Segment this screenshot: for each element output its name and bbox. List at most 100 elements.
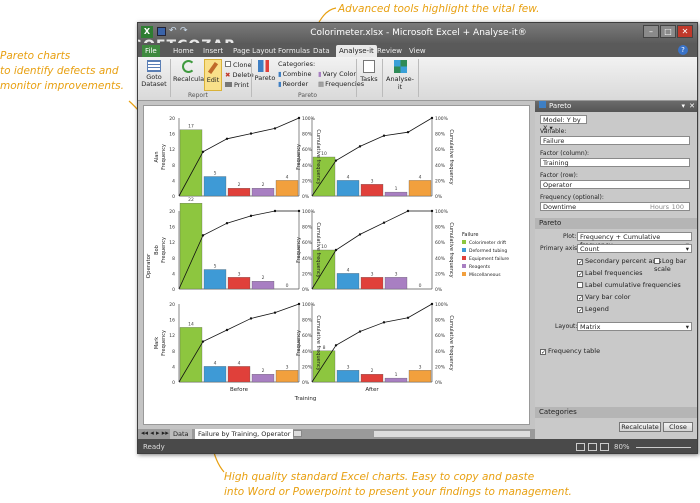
vary-bar-color-checkbox[interactable]: ✓ Vary bar color — [577, 293, 630, 302]
layout-dropdown[interactable]: Matrix ▾ — [577, 322, 692, 331]
tasks-button[interactable]: Tasks — [359, 60, 379, 83]
y2-tick-label: 100% — [302, 302, 316, 308]
log-bar-scale-checkbox[interactable]: Log bar scale — [654, 257, 697, 273]
y2-axis-label: Cumulative frequency — [448, 315, 454, 370]
tab-formulas[interactable]: Formulas — [275, 45, 313, 57]
y2-tick-label: 40% — [435, 163, 446, 169]
legend-checkbox[interactable]: ✓ Legend — [577, 305, 609, 314]
frequency-table-checkbox[interactable]: ✓ Frequency table — [540, 347, 600, 356]
page-layout-view-icon[interactable] — [588, 443, 597, 451]
cumulative-point — [249, 317, 253, 320]
sheet-tab-active[interactable]: Failure by Training, Operator — [195, 429, 294, 439]
y2-tick-label: 80% — [435, 132, 446, 138]
checkbox-checked: ✓ — [577, 271, 584, 278]
tab-data[interactable]: Data — [310, 45, 333, 57]
callout-left-line2: to identify defects and — [0, 65, 119, 77]
y-axis-label: Frequency — [161, 144, 167, 170]
plot-dropdown[interactable]: Frequency + Cumulative frequency▾ — [577, 232, 692, 249]
edit-icon — [207, 61, 219, 75]
goto-dataset-label: Goto Dataset — [141, 73, 167, 88]
tab-file[interactable]: File — [142, 45, 160, 57]
combine-button[interactable]: ▮Combine — [278, 70, 311, 78]
y2-tick-label: 100% — [435, 302, 449, 308]
bar — [203, 366, 227, 383]
pareto-button[interactable]: Pareto — [254, 60, 276, 82]
row-axis-label: Operator — [146, 253, 152, 278]
primary-axis-dropdown[interactable]: Count ▾ — [577, 244, 692, 253]
clone-button[interactable]: Clone — [225, 61, 251, 69]
ribbon-separator — [418, 59, 419, 97]
new-sheet-icon[interactable] — [293, 430, 302, 437]
horizontal-scrollbar[interactable] — [373, 430, 531, 438]
normal-view-icon[interactable] — [576, 443, 585, 451]
y2-tick-label: 60% — [435, 333, 446, 339]
sheet-nav-icon[interactable]: ◂◂ ◂ ▸ ▸▸ — [141, 429, 169, 437]
reorder-button[interactable]: ▮Reorder — [278, 80, 308, 88]
factor-column-label: Factor (column): — [540, 150, 590, 157]
clone-label: Clone — [233, 61, 252, 69]
close-pane-button[interactable]: Close — [663, 422, 693, 432]
frequency-field[interactable]: Downtime Hours 100 — [540, 202, 690, 211]
minimize-button[interactable]: – — [643, 25, 659, 38]
y2-axis-label: Cumulative frequency — [315, 222, 321, 277]
bar-value-label: 4 — [238, 360, 241, 366]
cumulative-point — [249, 214, 253, 218]
bar-value-label: 3 — [395, 271, 398, 277]
bar — [179, 203, 203, 290]
frequency-hint: Hours — [649, 203, 669, 211]
edit-button[interactable]: Edit — [204, 59, 222, 91]
goto-dataset-button[interactable]: Goto Dataset — [141, 60, 167, 88]
y2-tick-label: 0% — [302, 194, 310, 200]
secondary-percent-axis-checkbox[interactable]: ✓ Secondary percent axis — [577, 257, 661, 266]
cumulative-point — [334, 159, 338, 162]
page-break-view-icon[interactable] — [600, 443, 609, 451]
tab-review[interactable]: Review — [374, 45, 405, 57]
pareto-chart-area[interactable]: 0 4 8 12 16 20 0% 20% 40% 60% 80% 100% 17 5 2 2 4 0% 20% 40… — [143, 105, 530, 425]
bar-value-label: 3 — [371, 271, 374, 277]
zoom-slider[interactable] — [636, 447, 691, 448]
cumulative-point — [297, 302, 301, 306]
legend-swatch — [462, 240, 466, 244]
tab-page-layout[interactable]: Page Layout — [230, 45, 279, 57]
callout-left-line1: Pareto charts — [0, 50, 71, 62]
recalculate-icon — [181, 60, 195, 73]
layout-label: Layout: — [555, 323, 578, 330]
pane-menu-icon[interactable]: ▾ — [681, 101, 685, 112]
vary-color-button[interactable]: ▮Vary Color — [318, 70, 356, 78]
model-dropdown[interactable]: Model: Y by X ▾ — [540, 115, 587, 132]
label-frequencies-checkbox[interactable]: ✓ Label frequencies — [577, 269, 643, 278]
recalculate-button[interactable]: Recalculate — [173, 60, 211, 83]
y-tick-label: 4 — [172, 364, 175, 370]
close-window-button[interactable]: ✕ — [677, 25, 693, 38]
y-tick-label: 8 — [172, 349, 175, 355]
checkbox-checked: ✓ — [577, 307, 584, 314]
chevron-down-icon: ▾ — [685, 245, 689, 253]
help-icon[interactable]: ? — [678, 45, 688, 55]
sheet-tab-data[interactable]: Data — [170, 429, 192, 439]
analyse-it-button[interactable]: Analyse-it — [385, 60, 415, 91]
print-button[interactable]: Print — [225, 81, 249, 89]
plot-label: Plot: — [563, 233, 577, 240]
frequencies-button[interactable]: ▦Frequencies — [318, 80, 364, 88]
legend-swatch — [462, 248, 466, 252]
variable-field[interactable]: Failure — [540, 136, 690, 145]
pane-close-icon[interactable]: ✕ — [689, 101, 695, 112]
y2-axis-label: Cumulative frequency — [315, 315, 321, 370]
tab-analyse-it[interactable]: Analyse-it — [336, 45, 377, 57]
label-cumulative-checkbox[interactable]: Label cumulative frequencies — [577, 281, 681, 289]
vary-color-label: Vary Color — [322, 70, 357, 78]
recalculate-pane-button[interactable]: Recalculate — [619, 422, 661, 432]
tab-insert[interactable]: Insert — [200, 45, 226, 57]
bar — [275, 370, 299, 383]
tab-view[interactable]: View — [406, 45, 429, 57]
maximize-button[interactable]: □ — [660, 25, 676, 38]
legend-entry: Deformed tubing — [469, 248, 507, 254]
legend-swatch — [462, 256, 466, 260]
primary-axis-label: Primary axis: — [540, 245, 580, 252]
bar-value-label: 4 — [347, 174, 350, 180]
tab-home[interactable]: Home — [170, 45, 197, 57]
print-icon — [225, 82, 232, 87]
delete-button[interactable]: ✖ Delete — [225, 71, 254, 79]
factor-column-field[interactable]: Training — [540, 158, 690, 167]
factor-row-field[interactable]: Operator — [540, 180, 690, 189]
